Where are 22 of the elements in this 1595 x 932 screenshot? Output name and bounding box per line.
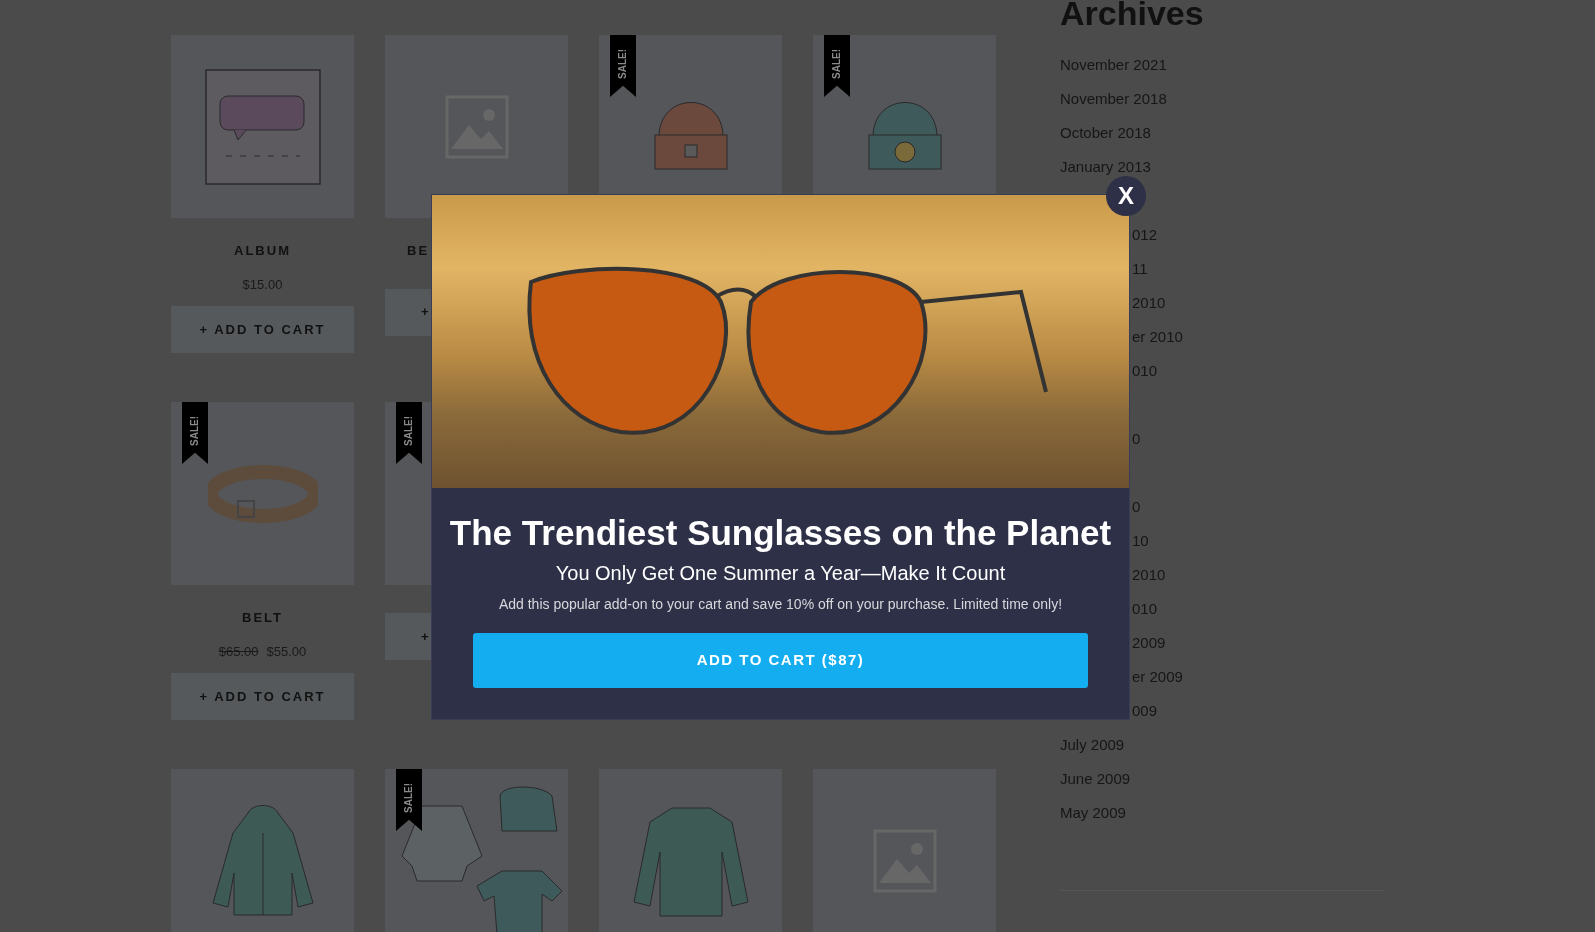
product-image[interactable] (599, 769, 782, 932)
product-title[interactable]: BELT (171, 608, 354, 628)
add-to-cart-button[interactable]: + ADD TO CART (171, 306, 354, 353)
sale-ribbon: SALE! (824, 35, 850, 97)
product-image[interactable] (813, 769, 996, 932)
product-image[interactable] (171, 769, 354, 932)
product-title[interactable]: ALBUM (171, 241, 354, 261)
sale-ribbon: SALE! (396, 402, 422, 464)
archives-heading: Archives (1060, 0, 1205, 30)
product-image[interactable] (385, 35, 568, 218)
product-image[interactable] (171, 35, 354, 218)
add-to-cart-button[interactable]: + ADD TO CART (171, 673, 354, 720)
popup-subtitle: You Only Get One Summer a Year—Make It Count (554, 561, 1007, 586)
add-to-cart-button[interactable]: ADD TO CART ($87) (473, 633, 1088, 688)
sale-ribbon: SALE! (396, 769, 422, 831)
sale-ribbon: SALE! (182, 402, 208, 464)
popup-title: The Trendiest Sunglasses on the Planet (448, 512, 1113, 554)
close-button[interactable]: X (1106, 176, 1146, 216)
sale-ribbon: SALE! (610, 35, 636, 97)
popup-description: Add this popular add-on to your cart and save 10% off on your purchase. Limited time only! (497, 595, 1064, 614)
product-image[interactable]: SALE! (171, 402, 354, 585)
product-image[interactable]: SALE! (385, 769, 568, 932)
